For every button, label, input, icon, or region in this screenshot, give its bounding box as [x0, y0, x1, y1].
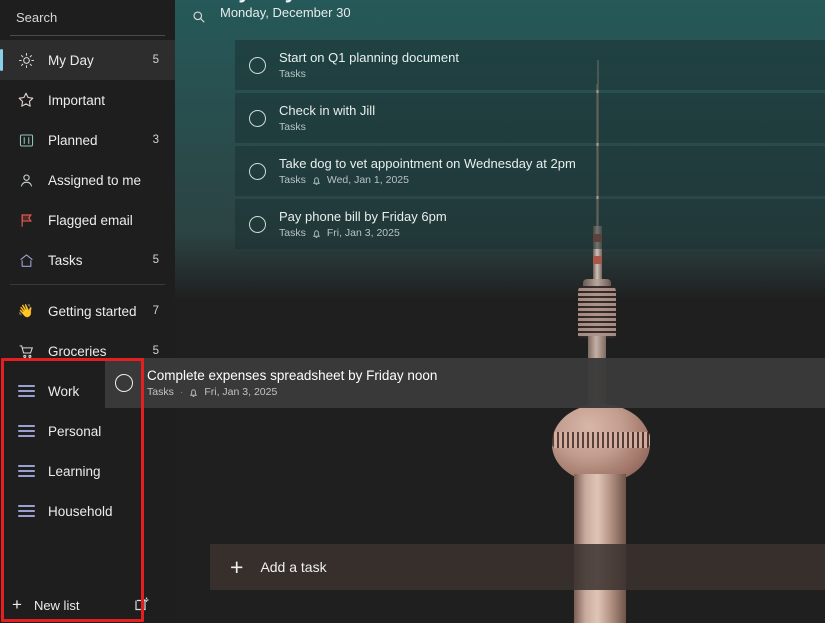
list-icon: [16, 501, 36, 521]
sidebar-item-label: Planned: [48, 133, 153, 148]
sidebar-item-tasks[interactable]: Tasks5: [0, 240, 175, 280]
task-text: Start on Q1 planning document Tasks: [279, 51, 459, 80]
task-title: Pay phone bill by Friday 6pm: [279, 210, 447, 224]
task-list-name: Tasks: [279, 227, 306, 239]
plus-icon: +: [12, 598, 22, 612]
task-meta: Tasks: [279, 121, 375, 133]
task-text: Pay phone bill by Friday 6pm Tasks Fri, Ja…: [279, 210, 447, 239]
new-group-icon[interactable]: [134, 595, 153, 614]
dragged-task-preview[interactable]: Complete expenses spreadsheet by Friday …: [105, 358, 825, 408]
sidebar-item-label: Household: [48, 504, 159, 519]
meta-separator: ·: [180, 386, 184, 398]
sidebar-item-label: Important: [48, 93, 159, 108]
sidebar-item-count: 5: [153, 345, 175, 357]
person-icon: [16, 170, 36, 190]
search-icon[interactable]: [192, 10, 206, 26]
task-title: Take dog to vet appointment on Wednesday…: [279, 157, 576, 171]
search-input[interactable]: [10, 10, 192, 25]
task-list-name: Tasks: [147, 386, 174, 398]
sidebar-item-count: 5: [153, 54, 175, 66]
list-header: My Day Monday, December 30: [175, 0, 825, 36]
page-title: My Day: [220, 0, 297, 4]
sidebar-item-learning[interactable]: Learning: [0, 451, 175, 491]
dragged-task-text: Complete expenses spreadsheet by Friday …: [147, 369, 437, 398]
task-checkbox[interactable]: [249, 163, 266, 180]
sidebar-item-household[interactable]: Household: [0, 491, 175, 531]
sidebar-item-planned[interactable]: Planned3: [0, 120, 175, 160]
task-meta: Tasks · Fri, Jan 3, 2025: [147, 386, 437, 398]
sidebar-item-label: Assigned to me: [48, 173, 159, 188]
task-title: Check in with Jill: [279, 104, 375, 118]
add-task-label: Add a task: [260, 559, 326, 575]
shopping-cart-icon: [16, 341, 36, 361]
sidebar-item-label: My Day: [48, 53, 153, 68]
sidebar-item-count: 3: [153, 134, 175, 146]
sidebar-item-assigned-to-me[interactable]: Assigned to me: [0, 160, 175, 200]
task-meta: Tasks Wed, Jan 1, 2025: [279, 174, 576, 186]
task-list-name: Tasks: [279, 121, 306, 133]
home-icon: [16, 250, 36, 270]
list-icon: [16, 421, 36, 441]
flag-icon: [16, 210, 36, 230]
sidebar-item-count: 5: [153, 254, 175, 266]
task-text: Check in with Jill Tasks: [279, 104, 375, 133]
sidebar-item-getting-started[interactable]: 👋 Getting started7: [0, 291, 175, 331]
sidebar-item-personal[interactable]: Personal: [0, 411, 175, 451]
task-row[interactable]: Start on Q1 planning document Tasks: [235, 40, 825, 90]
plus-icon: +: [230, 557, 243, 577]
task-row[interactable]: Check in with Jill Tasks: [235, 93, 825, 143]
task-checkbox[interactable]: [249, 216, 266, 233]
sidebar-item-important[interactable]: Important: [0, 80, 175, 120]
sidebar-item-my-day[interactable]: My Day5: [0, 40, 175, 80]
task-checkbox[interactable]: [249, 57, 266, 74]
task-list: Start on Q1 planning documentTasksCheck …: [175, 40, 825, 249]
reminder-bell-icon: [312, 176, 321, 186]
star-icon: [16, 90, 36, 110]
task-due-date: Fri, Jan 3, 2025: [204, 386, 277, 398]
sidebar-item-flagged-email[interactable]: Flagged email: [0, 200, 175, 240]
task-row[interactable]: Pay phone bill by Friday 6pm Tasks Fri, Ja…: [235, 199, 825, 249]
sidebar-item-label: Groceries: [48, 344, 153, 359]
add-task-bar[interactable]: + Add a task: [210, 544, 825, 590]
calendar-icon: [16, 130, 36, 150]
sidebar-item-count: 7: [153, 305, 175, 317]
todo-app-window: My Day Monday, December 30 Start on Q1 p…: [0, 0, 825, 623]
sidebar: My Day5ImportantPlanned3Assigned to meFl…: [0, 0, 175, 623]
task-row[interactable]: Take dog to vet appointment on Wednesday…: [235, 146, 825, 196]
sidebar-item-label: Flagged email: [48, 213, 159, 228]
sidebar-item-label: Personal: [48, 424, 159, 439]
page-subtitle-date: Monday, December 30: [220, 5, 351, 20]
task-meta: Tasks Fri, Jan 3, 2025: [279, 227, 447, 239]
list-icon: [16, 381, 36, 401]
sidebar-item-label: Tasks: [48, 253, 153, 268]
task-meta: Tasks: [279, 68, 459, 80]
reminder-bell-icon: [189, 388, 198, 398]
sidebar-item-label: Getting started: [48, 304, 153, 319]
task-list-name: Tasks: [279, 68, 306, 80]
task-title: Complete expenses spreadsheet by Friday …: [147, 369, 437, 383]
search-bar[interactable]: [10, 0, 165, 36]
new-list-label: New list: [34, 598, 80, 613]
wave-hand-icon: 👋: [16, 301, 36, 321]
task-due-date: Fri, Jan 3, 2025: [327, 227, 400, 239]
sidebar-item-label: Learning: [48, 464, 159, 479]
main-content-pane: My Day Monday, December 30 Start on Q1 p…: [175, 0, 825, 623]
sidebar-divider: [10, 284, 165, 285]
sun-icon: [16, 50, 36, 70]
task-title: Start on Q1 planning document: [279, 51, 459, 65]
reminder-bell-icon: [312, 229, 321, 239]
task-text: Take dog to vet appointment on Wednesday…: [279, 157, 576, 186]
user-list-nav: 👋Getting started7Groceries5WorkPersonalL…: [0, 289, 175, 587]
smart-list-nav: My Day5ImportantPlanned3Assigned to meFl…: [0, 36, 175, 280]
task-list-name: Tasks: [279, 174, 306, 186]
task-due-date: Wed, Jan 1, 2025: [327, 174, 409, 186]
sidebar-footer: + New list: [0, 587, 175, 623]
list-icon: [16, 461, 36, 481]
task-checkbox[interactable]: [249, 110, 266, 127]
task-checkbox[interactable]: [115, 374, 133, 392]
